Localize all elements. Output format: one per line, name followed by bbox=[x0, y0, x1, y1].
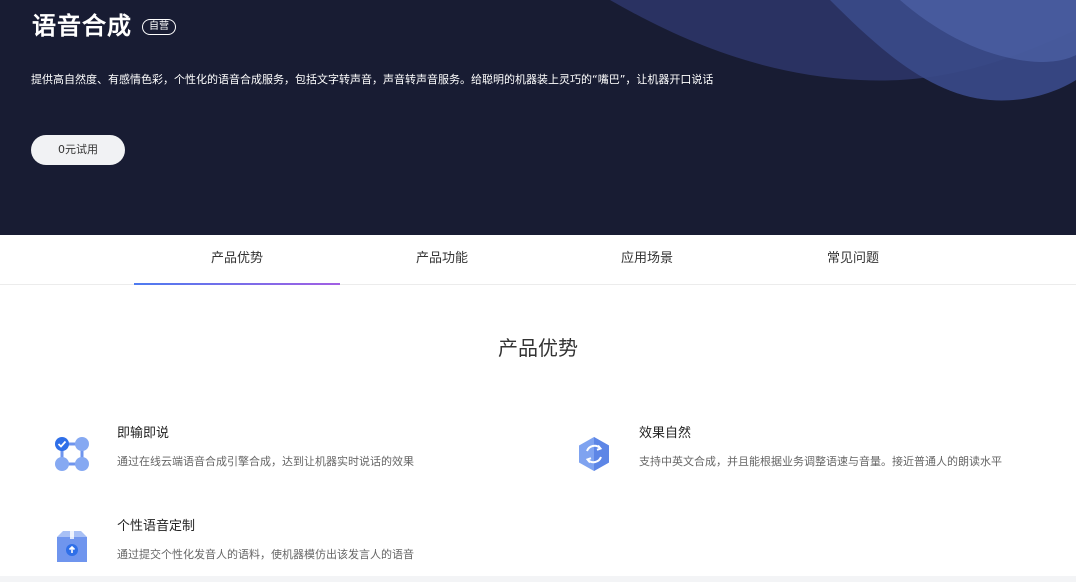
feature-description: 通过在线云端语音合成引擎合成，达到让机器实时说话的效果 bbox=[117, 455, 414, 468]
refresh-hexagon-icon bbox=[579, 437, 609, 471]
tab-label: 产品功能 bbox=[415, 251, 468, 266]
nodes-icon bbox=[55, 437, 89, 471]
tab-features[interactable]: 产品功能 bbox=[339, 235, 545, 285]
section-bottom-divider bbox=[0, 576, 1076, 582]
tab-faq[interactable]: 常见问题 bbox=[750, 235, 956, 285]
feature-name: 效果自然 bbox=[639, 426, 692, 441]
package-upload-icon bbox=[57, 531, 87, 562]
free-trial-button[interactable]: 0元试用 bbox=[31, 135, 125, 165]
tab-label: 常见问题 bbox=[826, 251, 879, 266]
feature-description: 支持中英文合成，并且能根据业务调整语速与音量。接近普通人的朗读水平 bbox=[639, 455, 1002, 468]
feature-name: 个性语音定制 bbox=[117, 519, 196, 534]
feature-description: 通过提交个性化发音人的语料，使机器模仿出该发言人的语音 bbox=[117, 548, 414, 561]
section-title: 产品优势 bbox=[498, 336, 578, 360]
tab-scenarios[interactable]: 应用场景 bbox=[544, 235, 750, 285]
self-operated-badge: 自营 bbox=[142, 18, 176, 35]
tab-advantages[interactable]: 产品优势 bbox=[134, 235, 340, 285]
tab-active-indicator bbox=[134, 283, 340, 285]
product-tabs: 产品优势 产品功能 应用场景 常见问题 bbox=[0, 235, 1076, 285]
tab-label: 产品优势 bbox=[210, 251, 263, 266]
hero-title-row: 语音合成 自营 bbox=[32, 6, 176, 41]
feature-name: 即输即说 bbox=[117, 426, 170, 441]
hero-description: 提供高自然度、有感情色彩，个性化的语音合成服务，包括文字转声音，声音转声音服务。… bbox=[31, 73, 714, 86]
tab-label: 应用场景 bbox=[620, 251, 673, 266]
page-title: 语音合成 bbox=[32, 12, 132, 40]
hero-banner: 语音合成 自营 提供高自然度、有感情色彩，个性化的语音合成服务，包括文字转声音，… bbox=[0, 0, 1076, 235]
